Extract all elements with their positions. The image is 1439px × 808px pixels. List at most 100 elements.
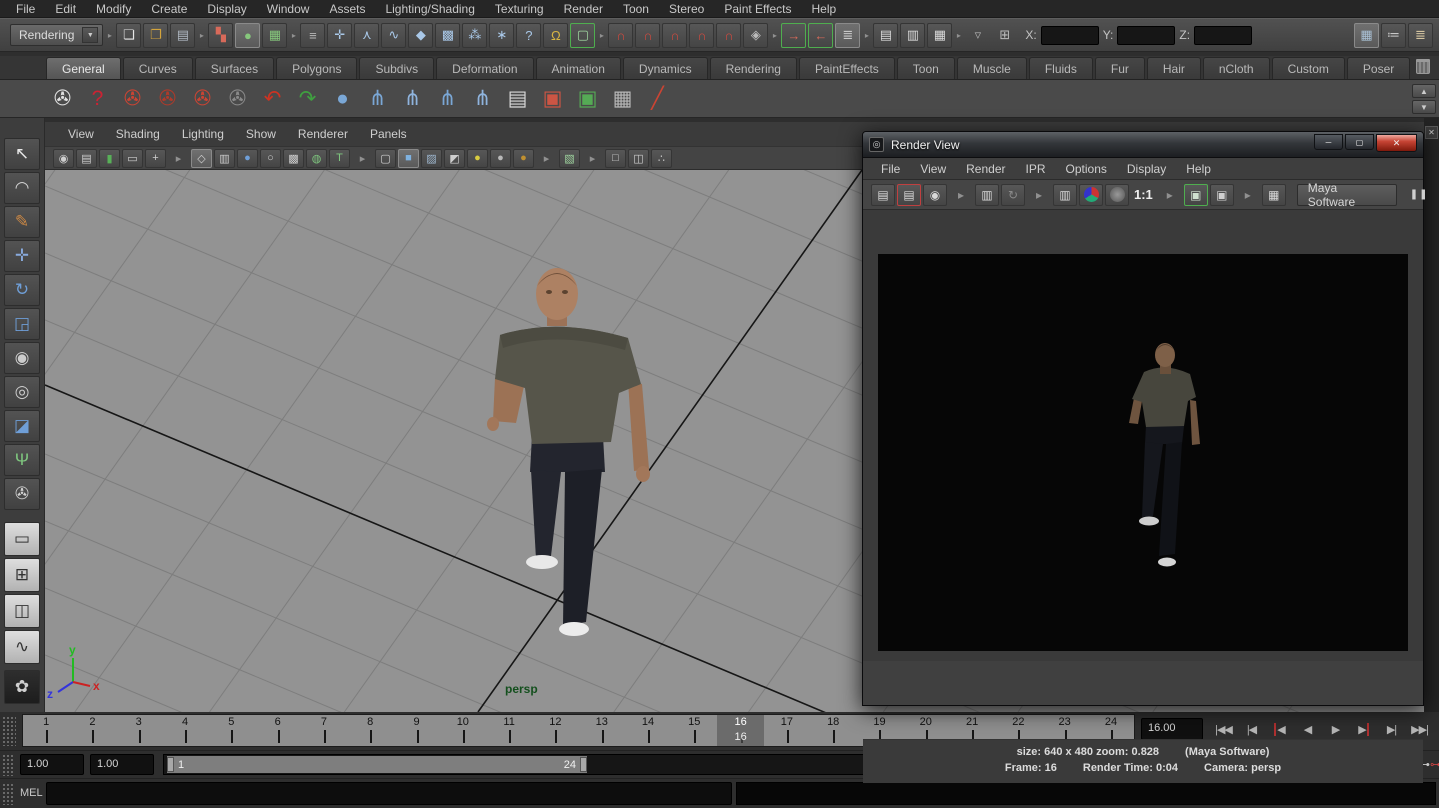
- film-gate-icon[interactable]: ▥: [214, 149, 235, 168]
- render-view-menu-view[interactable]: View: [910, 162, 956, 176]
- maximize-button[interactable]: ▢: [1345, 134, 1374, 150]
- shading-group-icon[interactable]: ⋔: [361, 82, 394, 115]
- menu-edit[interactable]: Edit: [45, 2, 86, 16]
- shading-network-icon[interactable]: ⋔: [396, 82, 429, 115]
- animation-start-field[interactable]: 1.00: [20, 754, 84, 775]
- frame-cell[interactable]: 44: [162, 715, 208, 746]
- safe-title-icon[interactable]: T: [329, 149, 350, 168]
- menu-display[interactable]: Display: [197, 2, 256, 16]
- menu-assets[interactable]: Assets: [319, 2, 375, 16]
- render-view-titlebar[interactable]: ◎ Render View ─ ▢ ✕: [863, 132, 1423, 158]
- outliner-persp-layout-button[interactable]: ◫: [4, 594, 40, 628]
- shelf-tab-fluids[interactable]: Fluids: [1029, 57, 1093, 79]
- shelf-tab-animation[interactable]: Animation: [536, 57, 621, 79]
- range-slider-drag-handle[interactable]: [2, 754, 14, 776]
- shelf-tab-general[interactable]: General: [46, 57, 121, 79]
- command-line-drag-handle[interactable]: [2, 783, 14, 805]
- field-chart-icon[interactable]: ▩: [283, 149, 304, 168]
- frame-cell[interactable]: 1818: [810, 715, 856, 746]
- render-view-menu-display[interactable]: Display: [1117, 162, 1176, 176]
- menu-toon[interactable]: Toon: [613, 2, 659, 16]
- selection-mask-menu-icon[interactable]: ≡: [300, 23, 325, 48]
- camera-aim-up-icon[interactable]: ✇: [186, 82, 219, 115]
- shelf-tab-fur[interactable]: Fur: [1095, 57, 1145, 79]
- graph-persp-layout-button[interactable]: ∿: [4, 630, 40, 664]
- select-surfaces-icon[interactable]: ◆: [408, 23, 433, 48]
- save-scene-icon[interactable]: ▤: [170, 23, 195, 48]
- frame-cell[interactable]: 1616: [717, 715, 763, 746]
- menu-file[interactable]: File: [6, 2, 45, 16]
- z-input[interactable]: [1194, 26, 1252, 45]
- frame-cell[interactable]: 1515: [671, 715, 717, 746]
- rendered-image[interactable]: [878, 254, 1408, 651]
- shelf-tab-poser[interactable]: Poser: [1347, 57, 1410, 79]
- snap-to-view-planes-icon[interactable]: ∩: [716, 23, 741, 48]
- construction-history-icon[interactable]: ≣: [835, 23, 860, 48]
- material-attributes-icon[interactable]: ⋔: [466, 82, 499, 115]
- keep-image-icon[interactable]: ▣: [1184, 184, 1208, 206]
- shelf-tab-rendering[interactable]: Rendering: [710, 57, 797, 79]
- menu-help[interactable]: Help: [802, 2, 847, 16]
- textured-icon[interactable]: ▨: [421, 149, 442, 168]
- lasso-select-tool[interactable]: ◠: [4, 172, 40, 204]
- render-view-menu-options[interactable]: Options: [1056, 162, 1117, 176]
- tool-settings-toggle-icon[interactable]: ≔: [1381, 23, 1406, 48]
- wireframe-icon[interactable]: ▢: [375, 149, 396, 168]
- redo-previous-render-icon[interactable]: ▤: [871, 184, 895, 206]
- menu-paint-effects[interactable]: Paint Effects: [714, 2, 801, 16]
- shelf-tab-surfaces[interactable]: Surfaces: [195, 57, 274, 79]
- redo-previous-ipr-icon[interactable]: ▥: [975, 184, 999, 206]
- render-view-icon[interactable]: ✇: [46, 82, 79, 115]
- multi-pane-icon[interactable]: ◫: [628, 149, 649, 168]
- menu-create[interactable]: Create: [141, 2, 197, 16]
- shelf-tab-curves[interactable]: Curves: [123, 57, 193, 79]
- render-region-icon[interactable]: ▤: [897, 184, 921, 206]
- select-tool[interactable]: ↖: [4, 138, 40, 170]
- time-slider-drag-handle[interactable]: [2, 716, 16, 746]
- frame-cell[interactable]: 1313: [579, 715, 625, 746]
- paint-effects-panel-button[interactable]: ✿: [4, 670, 40, 704]
- pan-zoom-icon[interactable]: +: [145, 149, 166, 168]
- select-by-object-icon[interactable]: ●: [235, 23, 260, 48]
- redo-view-change-icon[interactable]: ↷: [291, 82, 324, 115]
- highlight-selection-mode-icon[interactable]: ▢: [570, 23, 595, 48]
- renderer-dropdown[interactable]: Maya Software: [1297, 184, 1397, 206]
- input-connections-icon[interactable]: →: [781, 23, 806, 48]
- shelf-tab-muscle[interactable]: Muscle: [957, 57, 1027, 79]
- rotate-tool[interactable]: ↻: [4, 274, 40, 306]
- playback-range-bar[interactable]: 1 24: [167, 756, 587, 773]
- refresh-ipr-icon[interactable]: ↻: [1001, 184, 1025, 206]
- shelf-tab-deformation[interactable]: Deformation: [436, 57, 533, 79]
- x-input[interactable]: [1041, 26, 1099, 45]
- snap-to-grids-icon[interactable]: ∩: [608, 23, 633, 48]
- shelf-tab-subdivs[interactable]: Subdivs: [359, 57, 434, 79]
- alpha-channel-icon[interactable]: [1105, 184, 1129, 206]
- menu-window[interactable]: Window: [257, 2, 320, 16]
- menu-lighting-shading[interactable]: Lighting/Shading: [375, 2, 484, 16]
- stereo-camera-icon[interactable]: ✇: [221, 82, 254, 115]
- convert-to-file-texture-icon[interactable]: ▣: [536, 82, 569, 115]
- render-current-frame-icon[interactable]: ▤: [873, 23, 898, 48]
- lighting-default-icon[interactable]: ●: [467, 149, 488, 168]
- snap-to-curves-icon[interactable]: ∩: [635, 23, 660, 48]
- help-line-icon[interactable]: ?: [81, 82, 114, 115]
- node-editor-icon[interactable]: ▤: [501, 82, 534, 115]
- select-by-component-icon[interactable]: ▦: [262, 23, 287, 48]
- render-view-menu-file[interactable]: File: [871, 162, 910, 176]
- create-camera-icon[interactable]: ✇: [116, 82, 149, 115]
- panel-menu-show[interactable]: Show: [235, 127, 287, 141]
- move-normal-tool[interactable]: ◪: [4, 410, 40, 442]
- undo-view-change-icon[interactable]: ↶: [256, 82, 289, 115]
- frame-cell[interactable]: 77: [301, 715, 347, 746]
- lock-selection-icon[interactable]: Ω: [543, 23, 568, 48]
- frame-cell[interactable]: 1414: [625, 715, 671, 746]
- batch-render-icon[interactable]: ▦: [606, 82, 639, 115]
- move-tool[interactable]: ✛: [4, 240, 40, 272]
- new-scene-icon[interactable]: ❏: [116, 23, 141, 48]
- frame-cell[interactable]: 22: [69, 715, 115, 746]
- select-rendering-icon[interactable]: ∗: [489, 23, 514, 48]
- panel-menu-panels[interactable]: Panels: [359, 127, 418, 141]
- select-miscellaneous-icon[interactable]: ?: [516, 23, 541, 48]
- make-live-icon[interactable]: ◈: [743, 23, 768, 48]
- shelf-tab-ncloth[interactable]: nCloth: [1203, 57, 1270, 79]
